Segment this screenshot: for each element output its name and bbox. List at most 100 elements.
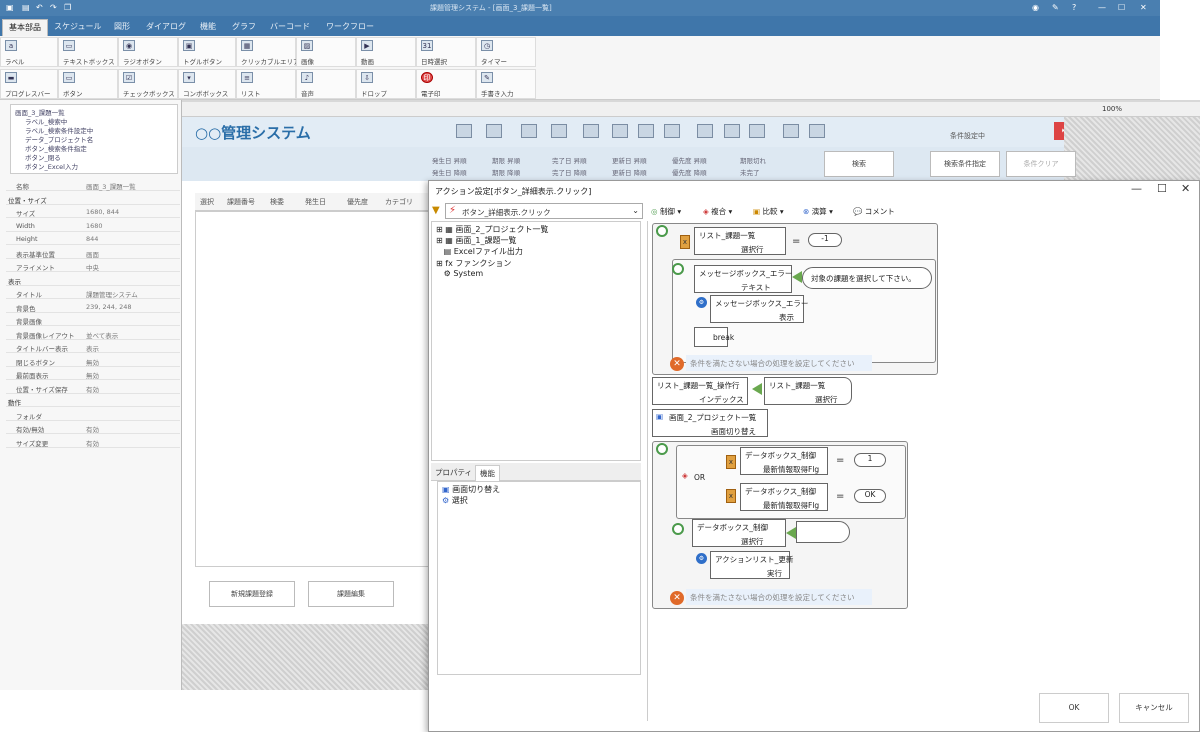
ribbon-combobox[interactable]: ▾ コンボボックス (178, 69, 236, 99)
action-object[interactable]: メッセージボックス_エラー テキスト (694, 265, 792, 293)
calc-menu[interactable]: ⊗ 演算 ▾ (803, 206, 833, 217)
property-row[interactable]: 閉じるボタン 無効 (6, 356, 180, 367)
ribbon-progressbar[interactable]: ▬ プログレスバー (0, 69, 58, 99)
filter-option[interactable]: 優先度 昇順 (672, 155, 707, 165)
zoom-level[interactable]: 100% (1102, 105, 1122, 113)
property-row[interactable]: Height 844 (6, 234, 180, 245)
column-header[interactable]: カテゴリ (385, 197, 413, 207)
column-header[interactable]: 検委 (270, 197, 284, 207)
ribbon-stamp[interactable]: 印電子印 (416, 69, 476, 99)
condition-object[interactable]: データボックス_制御 最新情報取得Flg (740, 483, 828, 511)
condition-value[interactable]: 1 (854, 453, 886, 467)
break-statement[interactable]: break (694, 327, 734, 347)
undo-icon[interactable]: ↶ (36, 3, 45, 12)
ok-button[interactable]: OK (1039, 693, 1109, 723)
tab-barcode[interactable]: バーコード (264, 19, 316, 36)
composite-menu[interactable]: ◈ 複合 ▾ (703, 206, 732, 217)
filter-option[interactable]: 優先度 降順 (672, 167, 707, 177)
property-row[interactable]: サイズ変更 有効 (6, 437, 180, 448)
comment-button[interactable]: 💬 コメント (853, 206, 895, 217)
tab-basic[interactable]: 基本部品 (2, 19, 48, 36)
cancel-button[interactable]: キャンセル (1119, 693, 1189, 723)
close-button[interactable]: ✕ (1140, 3, 1147, 12)
property-row[interactable]: 表示基準位置 画面 (6, 248, 180, 259)
ribbon-checkbox[interactable]: ☑ チェックボックス (118, 69, 178, 99)
assign-target[interactable]: リスト_課題一覧_操作行 インデックス (652, 377, 748, 405)
property-row[interactable]: フォルダ (6, 410, 180, 421)
filter-option[interactable]: 期限 昇順 (492, 155, 520, 165)
property-row[interactable]: タイトルバー表示 表示 (6, 342, 180, 353)
copy-icon[interactable]: ❐ (64, 3, 73, 12)
property-row[interactable]: 背景画像レイアウト 並べて表示 (6, 329, 180, 340)
else-placeholder[interactable]: 条件を満たさない場合の処理を設定してください (686, 355, 872, 371)
function-list[interactable]: ▣ 画面切り替え ⚙ 選択 (437, 481, 641, 675)
property-row[interactable]: サイズ 1680, 844 (6, 207, 180, 218)
new-issue-button[interactable]: 新規課題登録 (209, 581, 295, 607)
filter-option[interactable]: 発生日 昇順 (432, 155, 467, 165)
tab-workflow[interactable]: ワークフロー (320, 19, 380, 36)
action-object[interactable]: アクションリスト_更新 実行 (710, 551, 793, 579)
tab-functions[interactable]: 機能 (475, 465, 500, 481)
maximize-button[interactable]: ☐ (1118, 3, 1125, 12)
assign-source[interactable]: リスト_課題一覧 選択行 (764, 377, 852, 405)
save-icon[interactable]: ▤ (22, 3, 31, 12)
ribbon-audio[interactable]: ♪ 音声 (296, 69, 356, 99)
help-icon[interactable]: ? (1072, 3, 1076, 12)
filter-checkbox[interactable]: 期限切れ (740, 155, 766, 165)
ribbon-video[interactable]: ▶ 動画 (356, 37, 416, 67)
column-header[interactable]: 選択 (200, 197, 214, 207)
ribbon-radio[interactable]: ◉ ラジオボタン (118, 37, 178, 67)
property-row[interactable]: 背景色 239, 244, 248 (6, 302, 180, 313)
property-row[interactable]: 背景画像 (6, 315, 180, 326)
tree-item[interactable]: ⊞ fx ファンクション (436, 258, 511, 269)
condition-object[interactable]: データボックス_制御 最新情報取得Flg (740, 447, 828, 475)
tree-item[interactable]: ボタン_Excel入力 (25, 161, 78, 171)
list-item[interactable]: ▣ 画面切り替え (442, 484, 500, 495)
ribbon-list[interactable]: ≡ リスト (236, 69, 296, 99)
property-row[interactable]: タイトル 課題管理システム (6, 288, 180, 299)
condition-object[interactable]: リスト_課題一覧 選択行 (694, 227, 786, 255)
ribbon-textbox[interactable]: ▭ テキストボックス (58, 37, 118, 67)
filter-option[interactable]: 完了日 昇順 (552, 155, 587, 165)
event-select[interactable]: ⚡ ボタン_詳細表示.クリック ⌄ (445, 203, 643, 219)
tree-item[interactable]: ▤ Excelファイル出力 (436, 246, 523, 257)
search-button[interactable]: 検索 (824, 151, 894, 177)
ribbon-timer[interactable]: ◷ タイマー (476, 37, 536, 67)
property-row[interactable]: 名称 画面_3_課題一覧 (6, 180, 180, 191)
condition-value[interactable]: OK (854, 489, 886, 503)
ribbon-handwriting[interactable]: ✎ 手書き入力 (476, 69, 536, 99)
tree-item[interactable]: ⚙ System (436, 269, 484, 278)
column-header[interactable]: 発生日 (305, 197, 326, 207)
tab-shapes[interactable]: 図形 (108, 19, 136, 36)
tab-graph[interactable]: グラフ (226, 19, 262, 36)
tab-function[interactable]: 機能 (194, 19, 222, 36)
filter-option[interactable]: 期限 降順 (492, 167, 520, 177)
search-condition-button[interactable]: 検索条件指定 (930, 151, 1000, 177)
message-value[interactable]: 対象の課題を選択して下さい。 (802, 267, 932, 289)
filter-option[interactable]: 更新日 昇順 (612, 155, 647, 165)
list-item[interactable]: ⚙ 選択 (442, 495, 468, 506)
filter-option[interactable]: 完了日 降順 (552, 167, 587, 177)
action-object[interactable]: データボックス_制御 選択行 (692, 519, 786, 547)
dialog-minimize-button[interactable]: — (1131, 182, 1142, 195)
dialog-maximize-button[interactable]: ☐ (1157, 182, 1167, 195)
tree-item[interactable]: ⊞ ▦ 画面_1_課題一覧 (436, 235, 516, 246)
clear-condition-button[interactable]: 条件クリア (1006, 151, 1076, 177)
ribbon-clickable-area[interactable]: ▦ クリッカブルエリア (236, 37, 300, 67)
edit-issue-button[interactable]: 課題編集 (308, 581, 394, 607)
compare-menu[interactable]: ▣ 比較 ▾ (753, 206, 784, 217)
condition-value[interactable]: -1 (808, 233, 842, 247)
object-tree[interactable]: 画面_3_課題一覧 ラベル_検索中 ラベル_検索条件設定中 データ_プロジェクト… (10, 104, 178, 174)
property-row[interactable]: Width 1680 (6, 221, 180, 232)
action-flow-editor[interactable]: ⅹ リスト_課題一覧 選択行 = -1 メッセージボックス_エラー テキスト 対… (647, 221, 1199, 721)
tab-dialog[interactable]: ダイアログ (140, 19, 192, 36)
ribbon-button[interactable]: ▭ ボタン (58, 69, 118, 99)
dialog-object-tree[interactable]: ⊞ ▦ 画面_2_プロジェクト一覧 ⊞ ▦ 画面_1_課題一覧 ▤ Excelフ… (431, 221, 641, 461)
ribbon-label[interactable]: a ラベル (0, 37, 58, 67)
else-placeholder[interactable]: 条件を満たさない場合の処理を設定してください (686, 589, 872, 605)
property-row[interactable]: 有効/無効 有効 (6, 423, 180, 434)
control-menu[interactable]: ◎ 制御 ▾ (651, 206, 681, 217)
minimize-button[interactable]: — (1098, 3, 1106, 12)
edit-icon[interactable]: ✎ (1052, 3, 1059, 12)
redo-icon[interactable]: ↷ (50, 3, 59, 12)
